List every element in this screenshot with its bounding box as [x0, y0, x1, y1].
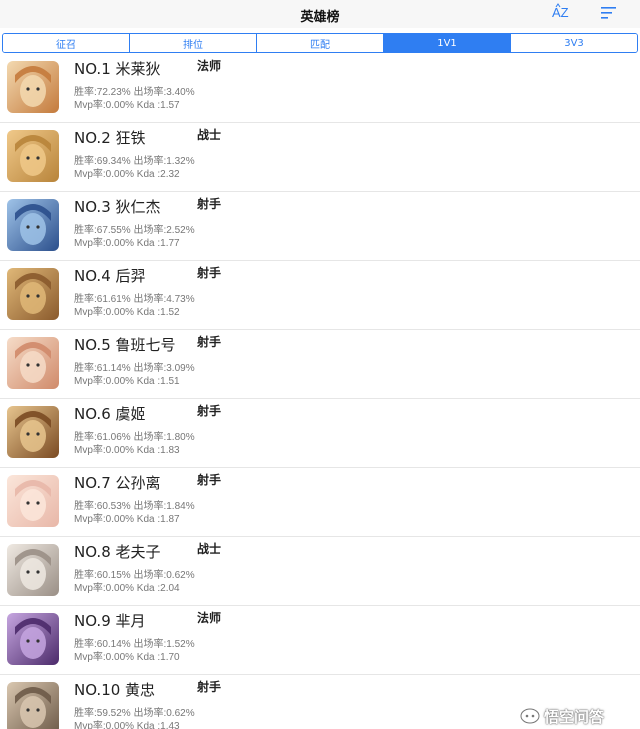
hero-avatar	[7, 544, 59, 596]
hero-avatar	[7, 61, 59, 113]
tab-0[interactable]: 征召	[3, 34, 130, 52]
hero-row[interactable]: NO.3 狄仁杰 射手 胜率:67.55% 出场率:2.52% Mvp率:0.00% …	[0, 192, 640, 261]
hero-mvp-kda: Mvp率:0.00% Kda :1.52	[74, 307, 180, 318]
hero-avatar	[7, 613, 59, 665]
hero-row[interactable]: NO.5 鲁班七号 射手 胜率:61.14% 出场率:3.09% Mvp率:0.00%…	[0, 330, 640, 399]
hero-rank-name: NO.5 鲁班七号	[74, 336, 176, 354]
mode-tabs: 征召 排位 匹配 1V1 3V3	[2, 33, 638, 53]
hero-row[interactable]: NO.7 公孙离 射手 胜率:60.53% 出场率:1.84% Mvp率:0.00% …	[0, 468, 640, 537]
hero-avatar	[7, 337, 59, 389]
tab-4[interactable]: 3V3	[511, 34, 637, 52]
hero-avatar	[7, 130, 59, 182]
hero-avatar	[7, 199, 59, 251]
tab-2[interactable]: 匹配	[257, 34, 384, 52]
hero-role-badge: 法师	[197, 59, 222, 73]
hero-rank-name: NO.9 芈月	[74, 612, 146, 630]
hero-rank-name: NO.2 狂铁	[74, 129, 146, 147]
hero-row[interactable]: NO.4 后羿 射手 胜率:61.61% 出场率:4.73% Mvp率:0.00% K…	[0, 261, 640, 330]
hero-avatar	[7, 268, 59, 320]
watermark-logo-icon	[520, 708, 540, 724]
hero-role-badge: 射手	[197, 197, 222, 211]
hero-role-badge: 战士	[197, 128, 222, 142]
hero-row[interactable]: NO.6 虞姬 射手 胜率:61.06% 出场率:1.80% Mvp率:0.00% K…	[0, 399, 640, 468]
hero-mvp-kda: Mvp率:0.00% Kda :2.32	[74, 169, 180, 180]
hero-mvp-kda: Mvp率:0.00% Kda :1.77	[74, 238, 180, 249]
hero-mvp-kda: Mvp率:0.00% Kda :1.43	[74, 721, 180, 729]
hero-role-badge: 战士	[197, 542, 222, 556]
hero-rank-name: NO.1 米莱狄	[74, 60, 161, 78]
hero-rank-name: NO.3 狄仁杰	[74, 198, 161, 216]
hero-mvp-kda: Mvp率:0.00% Kda :2.04	[74, 583, 180, 594]
tab-1[interactable]: 排位	[130, 34, 257, 52]
hero-role-badge: 射手	[197, 404, 222, 418]
hero-rank-name: NO.10 黄忠	[74, 681, 156, 699]
top-nav-bar: 英雄榜 AZ	[0, 0, 640, 28]
svg-text:AZ: AZ	[552, 5, 569, 20]
hero-rank-name: NO.8 老夫子	[74, 543, 161, 561]
hero-rank-name: NO.4 后羿	[74, 267, 146, 285]
hero-list: NO.1 米莱狄 法师 胜率:72.23% 出场率:3.40% Mvp率:0.00% …	[0, 54, 640, 729]
hero-mvp-kda: Mvp率:0.00% Kda :1.57	[74, 100, 180, 111]
filter-sort-icon[interactable]	[600, 5, 618, 21]
hero-rank-name: NO.6 虞姬	[74, 405, 146, 423]
hero-avatar	[7, 682, 59, 729]
sort-az-icon[interactable]: AZ	[551, 3, 573, 23]
hero-mvp-kda: Mvp率:0.00% Kda :1.83	[74, 445, 180, 456]
hero-row[interactable]: NO.2 狂铁 战士 胜率:69.34% 出场率:1.32% Mvp率:0.00% K…	[0, 123, 640, 192]
hero-mvp-kda: Mvp率:0.00% Kda :1.70	[74, 652, 180, 663]
watermark: 悟空问答	[520, 704, 640, 728]
hero-mvp-kda: Mvp率:0.00% Kda :1.51	[74, 376, 180, 387]
hero-role-badge: 射手	[197, 680, 222, 694]
hero-avatar	[7, 475, 59, 527]
hero-mvp-kda: Mvp率:0.00% Kda :1.87	[74, 514, 180, 525]
hero-row[interactable]: NO.9 芈月 法师 胜率:60.14% 出场率:1.52% Mvp率:0.00% K…	[0, 606, 640, 675]
hero-row[interactable]: NO.8 老夫子 战士 胜率:60.15% 出场率:0.62% Mvp率:0.00% …	[0, 537, 640, 606]
hero-role-badge: 法师	[197, 611, 222, 625]
hero-row[interactable]: NO.1 米莱狄 法师 胜率:72.23% 出场率:3.40% Mvp率:0.00% …	[0, 54, 640, 123]
hero-role-badge: 射手	[197, 473, 222, 487]
hero-role-badge: 射手	[197, 266, 222, 280]
watermark-text: 悟空问答	[544, 707, 605, 726]
hero-role-badge: 射手	[197, 335, 222, 349]
hero-avatar	[7, 406, 59, 458]
hero-rank-name: NO.7 公孙离	[74, 474, 161, 492]
page-title: 英雄榜	[300, 10, 340, 25]
tab-3[interactable]: 1V1	[384, 34, 511, 52]
